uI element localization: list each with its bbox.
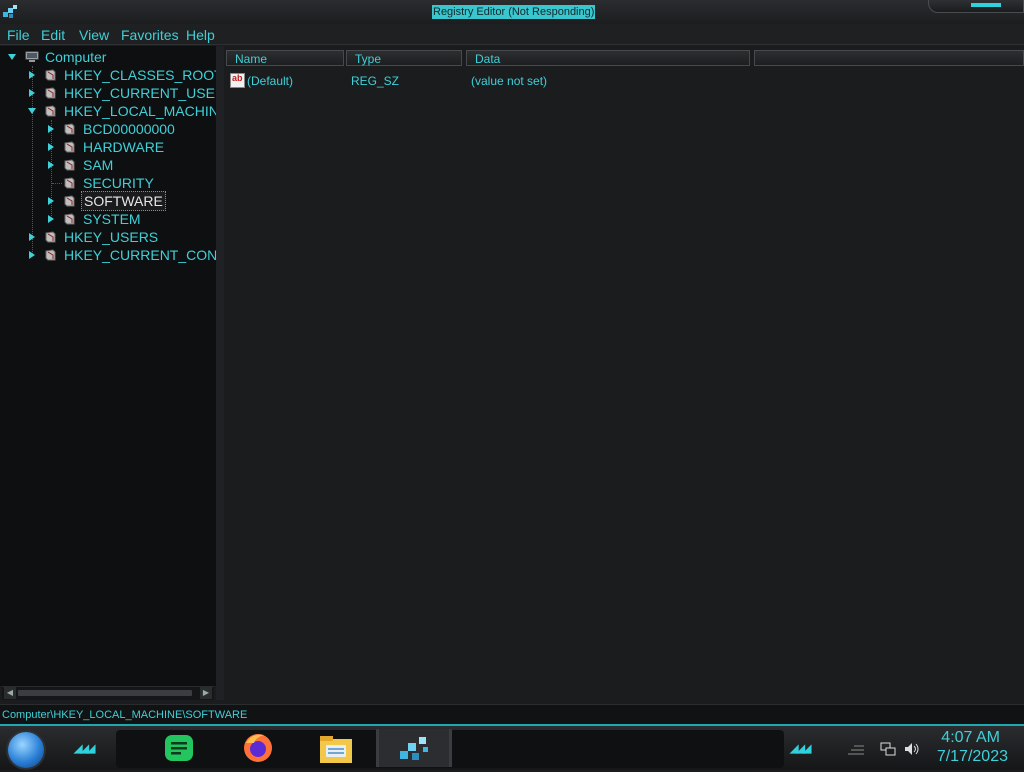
menu-file[interactable]: File — [7, 27, 30, 43]
folder-icon — [64, 159, 75, 171]
tree-item-label: HKEY_CURRENT_USER — [64, 85, 216, 101]
collapsed-arrow-icon[interactable] — [47, 215, 55, 223]
menu-favorites[interactable]: Favorites — [121, 27, 179, 43]
value-data: (value not set) — [471, 74, 548, 88]
tree-item-computer[interactable]: Computer — [0, 48, 216, 66]
status-path: Computer\HKEY_LOCAL_MACHINE\SOFTWARE — [2, 709, 248, 721]
tree-item-software[interactable]: SOFTWARE — [0, 191, 216, 211]
chevron-decoration-icon: ◢◢◢ — [790, 743, 811, 755]
tree-item-label: SYSTEM — [83, 211, 141, 227]
taskbar-notes-app[interactable] — [158, 729, 198, 767]
folder-icon — [64, 141, 75, 153]
collapsed-arrow-icon[interactable] — [28, 251, 36, 259]
start-button[interactable] — [8, 732, 44, 768]
volume-icon[interactable] — [904, 742, 920, 756]
list-header: Name Type Data — [224, 50, 1024, 68]
notes-app-icon — [165, 735, 193, 761]
collapsed-arrow-icon[interactable] — [28, 71, 36, 79]
folder-icon — [64, 213, 75, 225]
title-bar: Registry Editor (Not Responding) — [0, 0, 1024, 25]
window-title: Registry Editor (Not Responding) — [432, 5, 596, 19]
column-header-data[interactable]: Data — [466, 50, 750, 66]
string-value-icon: ab — [230, 73, 245, 88]
menu-edit[interactable]: Edit — [41, 27, 65, 43]
title-bar-decoration — [928, 0, 1024, 13]
chevron-decoration-icon: ◢◢◢ — [74, 743, 95, 755]
folder-icon — [64, 195, 75, 207]
folder-icon — [45, 87, 56, 99]
tree-item-hkey-local-machine[interactable]: HKEY_LOCAL_MACHINE — [0, 102, 216, 120]
pane-splitter[interactable] — [216, 46, 224, 700]
show-hidden-icons-icon[interactable] — [846, 742, 866, 756]
menu-bar: File Edit View Favorites Help — [0, 24, 1024, 45]
menu-view[interactable]: View — [79, 27, 109, 43]
tree-horizontal-scrollbar[interactable]: ◀ ▶ — [2, 686, 214, 700]
tree-item-hardware[interactable]: HARDWARE — [0, 138, 216, 156]
collapsed-arrow-icon[interactable] — [47, 125, 55, 133]
registry-key-tree[interactable]: Computer HKEY_CLASSES_ROOT HKEY_CURRENT_… — [0, 46, 216, 686]
collapsed-arrow-icon[interactable] — [47, 143, 55, 151]
tree-item-sam[interactable]: SAM — [0, 156, 216, 174]
expanded-arrow-icon[interactable] — [8, 53, 16, 61]
collapsed-arrow-icon[interactable] — [28, 89, 36, 97]
tree-item-label: BCD00000000 — [83, 121, 175, 137]
tree-item-label: HKEY_CLASSES_ROOT — [64, 67, 216, 83]
taskbar-registry-editor[interactable] — [376, 729, 452, 767]
taskbar-file-explorer[interactable] — [316, 729, 356, 767]
collapsed-arrow-icon[interactable] — [28, 233, 36, 241]
tree-item-label: HKEY_CURRENT_CONFI — [64, 247, 216, 263]
list-item[interactable]: ab (Default) REG_SZ (value not set) — [228, 72, 1018, 90]
tree-item-hkey-current-config[interactable]: HKEY_CURRENT_CONFI — [0, 246, 216, 264]
taskbar-firefox[interactable] — [238, 729, 278, 767]
tree-item-security[interactable]: SECURITY — [0, 174, 216, 192]
clock-time[interactable]: 4:07 AM — [941, 729, 1000, 747]
scroll-right-icon[interactable]: ▶ — [200, 687, 212, 699]
column-header-empty[interactable] — [754, 50, 1024, 66]
value-type: REG_SZ — [351, 74, 400, 88]
folder-icon — [64, 177, 75, 189]
computer-icon — [25, 51, 39, 62]
scroll-left-icon[interactable]: ◀ — [4, 687, 16, 699]
tree-item-label: Computer — [45, 49, 107, 65]
tree-item-hkey-users[interactable]: HKEY_USERS — [0, 228, 216, 246]
tree-item-label: SAM — [83, 157, 114, 173]
status-bar: Computer\HKEY_LOCAL_MACHINE\SOFTWARE — [0, 704, 1024, 725]
registry-editor-icon — [3, 5, 17, 18]
menu-help[interactable]: Help — [186, 27, 215, 43]
folder-icon — [45, 69, 56, 81]
tree-item-bcd00000000[interactable]: BCD00000000 — [0, 120, 216, 138]
tree-item-label: HKEY_LOCAL_MACHINE — [64, 103, 216, 119]
tree-item-system[interactable]: SYSTEM — [0, 210, 216, 228]
folder-icon — [45, 249, 56, 261]
tree-item-hkey-classes-root[interactable]: HKEY_CLASSES_ROOT — [0, 66, 216, 84]
tree-item-label: HARDWARE — [83, 139, 165, 155]
folder-icon — [45, 105, 56, 117]
file-explorer-icon — [320, 736, 352, 763]
registry-values-list[interactable]: Name Type Data ab (Default) REG_SZ (valu… — [224, 46, 1024, 700]
title-bar-accent — [971, 3, 1001, 7]
column-header-name[interactable]: Name — [226, 50, 344, 66]
tree-item-label-selected: SOFTWARE — [81, 191, 166, 211]
firefox-icon — [244, 734, 272, 762]
collapsed-arrow-icon[interactable] — [47, 161, 55, 169]
scrollbar-thumb[interactable] — [18, 690, 192, 696]
tree-item-label: HKEY_USERS — [64, 229, 159, 245]
taskbar: ◢◢◢ ◢◢◢ 4:07 AM 7/17/2023 — [0, 724, 1024, 770]
folder-icon — [64, 123, 75, 135]
tree-item-hkey-current-user[interactable]: HKEY_CURRENT_USER — [0, 84, 216, 102]
expanded-arrow-icon[interactable] — [28, 107, 36, 115]
registry-editor-icon — [400, 737, 428, 760]
folder-icon — [45, 231, 56, 243]
clock-date[interactable]: 7/17/2023 — [937, 748, 1008, 766]
collapsed-arrow-icon[interactable] — [47, 197, 55, 205]
column-header-type[interactable]: Type — [346, 50, 462, 66]
tree-item-label: SECURITY — [83, 175, 154, 191]
value-name: (Default) — [247, 74, 294, 88]
network-icon[interactable] — [880, 742, 896, 756]
